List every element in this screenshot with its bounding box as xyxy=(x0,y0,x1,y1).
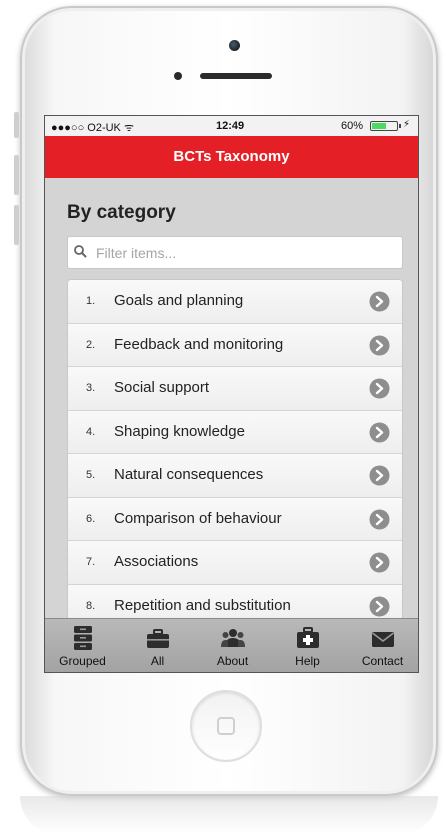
list-item[interactable]: 2. Feedback and monitoring xyxy=(68,323,402,367)
tab-help[interactable]: Help xyxy=(270,619,345,672)
silent-switch xyxy=(14,112,19,138)
chevron-right-icon xyxy=(369,552,390,573)
earpiece-speaker xyxy=(200,73,272,79)
battery-icon xyxy=(370,121,398,131)
tab-contact[interactable]: Contact xyxy=(345,619,418,672)
app-screen: ●●●○○ O2-UK ᯤ 12:49 60% ⚡ BCTs Taxonomy … xyxy=(44,115,419,673)
status-bar: ●●●○○ O2-UK ᯤ 12:49 60% ⚡ xyxy=(45,116,418,136)
battery-percentage: 60% xyxy=(341,120,364,132)
tab-label: All xyxy=(150,654,165,668)
item-number: 7. xyxy=(86,556,96,568)
tab-label: Contact xyxy=(361,654,404,668)
home-square-icon xyxy=(217,717,235,735)
clock: 12:49 xyxy=(216,120,245,132)
tab-bar: Grouped All About Help Contact xyxy=(45,618,418,672)
item-label: Associations xyxy=(114,553,199,570)
chevron-right-icon xyxy=(369,335,390,355)
item-label: Shaping knowledge xyxy=(114,422,245,440)
volume-down-button xyxy=(14,205,19,245)
search-input[interactable] xyxy=(96,237,396,268)
tab-label: Help xyxy=(295,654,320,668)
chevron-right-icon xyxy=(369,465,390,486)
category-list: 1. Goals and planning 2. Feedback and monit… xyxy=(67,279,403,629)
item-label: Natural consequences xyxy=(114,466,264,483)
battery-tip xyxy=(399,124,401,128)
item-number: 6. xyxy=(86,512,96,525)
chevron-right-icon xyxy=(369,378,390,399)
phone-mockup: ●●●○○ O2-UK ᯤ 12:49 60% ⚡ BCTs Taxonomy … xyxy=(0,0,447,835)
charging-icon: ⚡ xyxy=(403,119,411,130)
tab-label: About xyxy=(216,654,249,668)
item-number: 4. xyxy=(86,425,96,438)
item-number: 1. xyxy=(86,295,96,307)
nav-bar: BCTs Taxonomy xyxy=(45,136,418,178)
item-label: Goals and planning xyxy=(114,292,244,309)
item-label: Social support xyxy=(114,379,210,396)
chevron-right-icon xyxy=(369,509,390,529)
list-item[interactable]: 3. Social support xyxy=(68,367,402,411)
item-number: 2. xyxy=(86,338,96,351)
chevron-right-icon xyxy=(369,291,390,312)
list-item[interactable]: 7. Associations xyxy=(68,541,402,585)
tab-label: Grouped xyxy=(59,654,106,668)
carrier-signal: ●●●○○ O2-UK ᯤ xyxy=(51,122,134,134)
tab-all[interactable]: All xyxy=(120,619,195,672)
item-number: 5. xyxy=(86,469,96,481)
list-item[interactable]: 6. Comparison of behaviour xyxy=(68,497,402,541)
home-button[interactable] xyxy=(190,690,262,762)
page-title: By category xyxy=(67,202,176,223)
item-label: Repetition and substitution xyxy=(114,596,291,614)
search-icon xyxy=(74,245,87,258)
search-box[interactable] xyxy=(67,236,403,269)
chevron-right-icon xyxy=(369,422,390,442)
nav-title: BCTs Taxonomy xyxy=(173,148,290,165)
front-camera xyxy=(229,40,240,51)
item-label: Feedback and monitoring xyxy=(114,335,284,353)
battery-level xyxy=(372,123,387,129)
phone-reflection xyxy=(20,796,438,835)
tab-about[interactable]: About xyxy=(195,619,270,672)
list-item[interactable]: 4. Shaping knowledge xyxy=(68,410,402,454)
tab-grouped[interactable]: Grouped xyxy=(45,619,120,672)
proximity-sensor xyxy=(174,72,182,80)
list-item[interactable]: 5. Natural consequences xyxy=(68,454,402,498)
chevron-right-icon xyxy=(369,596,390,616)
item-number: 8. xyxy=(86,599,96,612)
list-item[interactable]: 1. Goals and planning xyxy=(68,280,402,324)
item-number: 3. xyxy=(86,382,96,394)
volume-up-button xyxy=(14,155,19,195)
item-label: Comparison of behaviour xyxy=(114,509,282,527)
